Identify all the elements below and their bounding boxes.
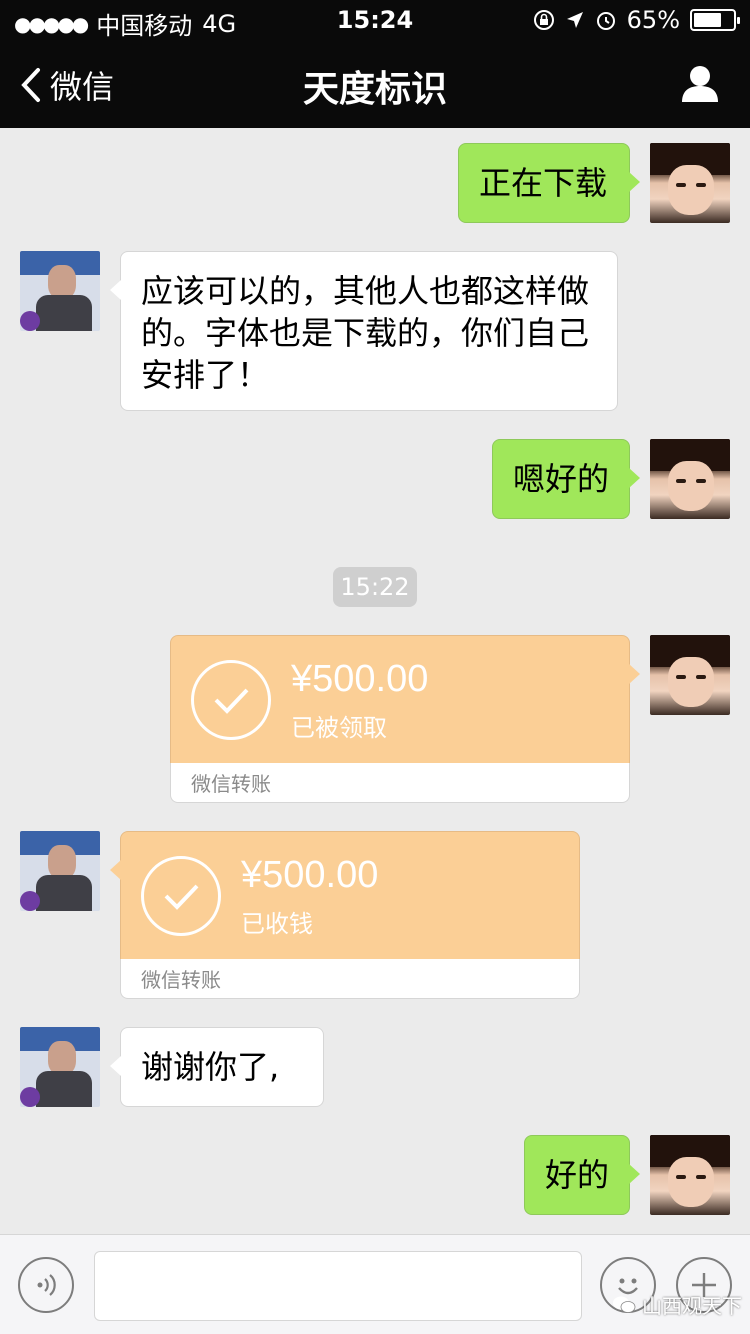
message-bubble-outgoing[interactable]: 好的 xyxy=(524,1135,640,1215)
message-input[interactable] xyxy=(94,1251,582,1321)
avatar[interactable] xyxy=(20,251,100,331)
chat-title: 天度标识 xyxy=(302,69,447,110)
rotation-lock-icon xyxy=(533,10,554,30)
transfer-card-incoming[interactable]: ¥500.00 已收钱 微信转账 xyxy=(110,831,580,999)
voice-button[interactable] xyxy=(18,1257,74,1313)
transfer-amount: ¥500.00 xyxy=(291,658,429,700)
battery-percent: 65% xyxy=(626,6,680,34)
avatar[interactable] xyxy=(20,1027,100,1107)
battery-icon xyxy=(690,9,740,31)
top-bar: ●●●●● 中国移动 4G 15:24 65% 微信 天度标识 xyxy=(0,0,750,128)
transfer-status: 已收钱 xyxy=(241,910,313,938)
avatar[interactable] xyxy=(650,635,730,715)
timestamp-label: 15:22 xyxy=(333,567,417,607)
transfer-footer: 微信转账 xyxy=(170,763,630,803)
profile-icon[interactable] xyxy=(680,64,720,104)
input-bar xyxy=(0,1234,750,1334)
watermark: 山西观天下 xyxy=(612,1290,742,1319)
avatar[interactable] xyxy=(650,439,730,519)
message-bubble-outgoing[interactable]: 嗯好的 xyxy=(492,439,640,519)
transfer-footer: 微信转账 xyxy=(120,959,580,999)
check-circle-icon xyxy=(191,660,271,740)
avatar[interactable] xyxy=(20,831,100,911)
location-icon xyxy=(566,12,583,28)
message-bubble-outgoing[interactable]: 正在下载 xyxy=(458,143,640,223)
wechat-logo-icon xyxy=(613,1296,636,1313)
avatar[interactable] xyxy=(650,1135,730,1215)
message-bubble-incoming[interactable]: 应该可以的，其他人也都这样做 的。字体也是下载的，你们自己 安排了！ xyxy=(110,251,618,411)
avatar[interactable] xyxy=(650,143,730,223)
transfer-card-outgoing[interactable]: ¥500.00 已被领取 微信转账 xyxy=(170,635,640,803)
alarm-icon xyxy=(596,12,615,30)
status-bar: ●●●●● 中国移动 4G 15:24 65% xyxy=(0,0,750,40)
voice-icon xyxy=(37,1274,56,1296)
transfer-status: 已被领取 xyxy=(291,714,387,742)
message-bubble-incoming[interactable]: 谢谢你了, xyxy=(110,1027,324,1107)
transfer-amount: ¥500.00 xyxy=(241,854,379,896)
nav-bar: 微信 天度标识 xyxy=(0,40,750,128)
check-circle-icon xyxy=(141,856,221,936)
